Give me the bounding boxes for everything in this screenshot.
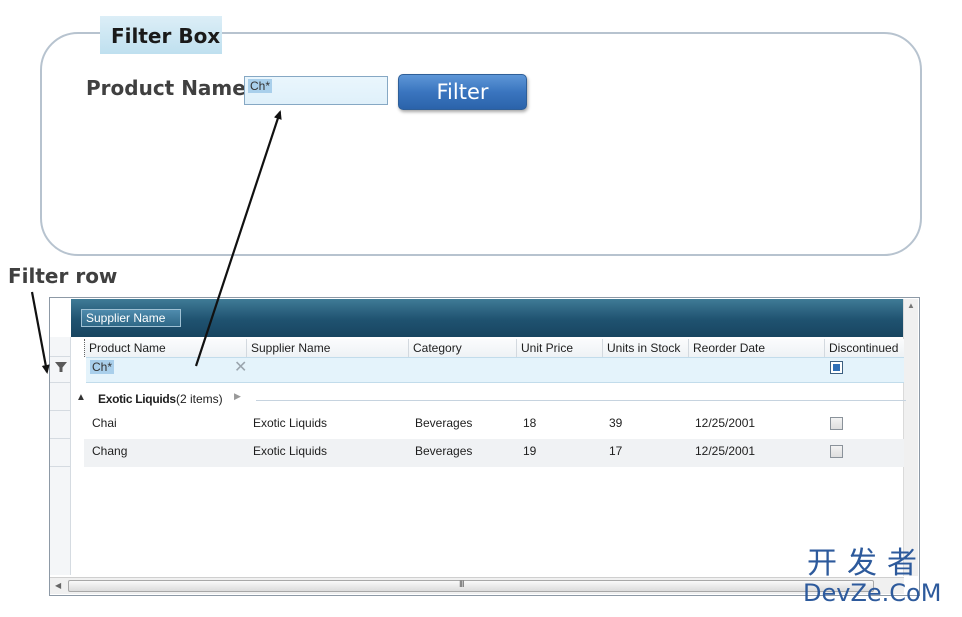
- group-count: (2 items): [176, 392, 223, 406]
- table-row[interactable]: Chang Exotic Liquids Beverages 19 17 12/…: [84, 439, 904, 467]
- cell-product-name: Chang: [92, 444, 128, 458]
- caret-right-icon[interactable]: ▶: [234, 391, 241, 402]
- indicator-header: [50, 337, 71, 357]
- horizontal-scroll-thumb[interactable]: III: [68, 579, 874, 592]
- indicator-row: [50, 411, 71, 439]
- column-header-discontinued[interactable]: Discontinued: [824, 339, 904, 357]
- vertical-scrollbar[interactable]: ▲: [903, 299, 918, 576]
- indicator-group-row: [50, 383, 71, 411]
- column-header-supplier-name[interactable]: Supplier Name: [246, 339, 408, 357]
- horizontal-scrollbar[interactable]: ◀ III: [50, 577, 904, 594]
- column-header-product-name[interactable]: Product Name: [84, 339, 246, 357]
- product-name-label: Product Name: [86, 76, 246, 100]
- filter-button[interactable]: Filter: [398, 74, 527, 110]
- scroll-grip: III: [459, 579, 464, 589]
- scroll-left-icon[interactable]: ◀: [55, 581, 61, 590]
- filter-cell-product-name[interactable]: Ch*: [90, 360, 115, 374]
- column-header-reorder-date[interactable]: Reorder Date: [688, 339, 824, 357]
- watermark-chinese: 开发者: [807, 546, 927, 581]
- column-header-unit-price[interactable]: Unit Price: [516, 339, 602, 357]
- column-header-row: Product Name Supplier Name Category Unit…: [84, 339, 904, 357]
- scroll-up-icon[interactable]: ▲: [907, 301, 915, 310]
- group-row[interactable]: ▲ Exotic Liquids (2 items) ▶: [76, 391, 906, 411]
- cell-units-in-stock: 17: [609, 444, 623, 458]
- filter-row: Ch* ✕: [86, 357, 904, 383]
- cell-supplier-name: Exotic Liquids: [253, 444, 328, 458]
- cell-product-name: Chai: [92, 416, 117, 430]
- group-chip-supplier-name[interactable]: Supplier Name: [81, 309, 181, 327]
- cell-supplier-name: Exotic Liquids: [253, 416, 328, 430]
- group-panel: Supplier Name: [71, 299, 904, 337]
- cell-category: Beverages: [415, 444, 473, 458]
- cell-reorder-date: 12/25/2001: [695, 416, 756, 430]
- cell-reorder-date: 12/25/2001: [695, 444, 756, 458]
- product-name-input[interactable]: Ch*: [244, 76, 388, 105]
- cell-discontinued-checkbox[interactable]: [830, 417, 843, 430]
- cell-unit-price: 18: [523, 416, 537, 430]
- group-divider: [256, 400, 906, 401]
- filter-box-title: Filter Box: [100, 16, 222, 54]
- group-name: Exotic Liquids: [98, 392, 176, 406]
- close-icon[interactable]: ✕: [234, 360, 247, 376]
- cell-units-in-stock: 39: [609, 416, 623, 430]
- data-grid: Supplier Name ▲ Product Name Supplier Na…: [49, 297, 920, 596]
- watermark-latin: DevZe.CoM: [803, 579, 942, 607]
- indicator-row: [50, 439, 71, 467]
- funnel-icon[interactable]: [54, 360, 68, 374]
- filter-cell-discontinued-checkbox[interactable]: [830, 361, 843, 374]
- cell-unit-price: 19: [523, 444, 537, 458]
- table-row[interactable]: Chai Exotic Liquids Beverages 18 39 12/2…: [84, 411, 904, 439]
- arrow-caption-to-filter-row: [30, 291, 50, 374]
- caret-up-icon[interactable]: ▲: [76, 392, 86, 403]
- column-header-units-in-stock[interactable]: Units in Stock: [602, 339, 688, 357]
- column-header-category[interactable]: Category: [408, 339, 516, 357]
- filter-box-panel: [40, 32, 922, 256]
- cell-discontinued-checkbox[interactable]: [830, 445, 843, 458]
- product-name-input-value: Ch*: [248, 79, 273, 93]
- watermark-logo: 开发者 DevZe.CoM: [803, 546, 955, 607]
- cell-category: Beverages: [415, 416, 473, 430]
- filter-row-caption: Filter row: [8, 264, 118, 288]
